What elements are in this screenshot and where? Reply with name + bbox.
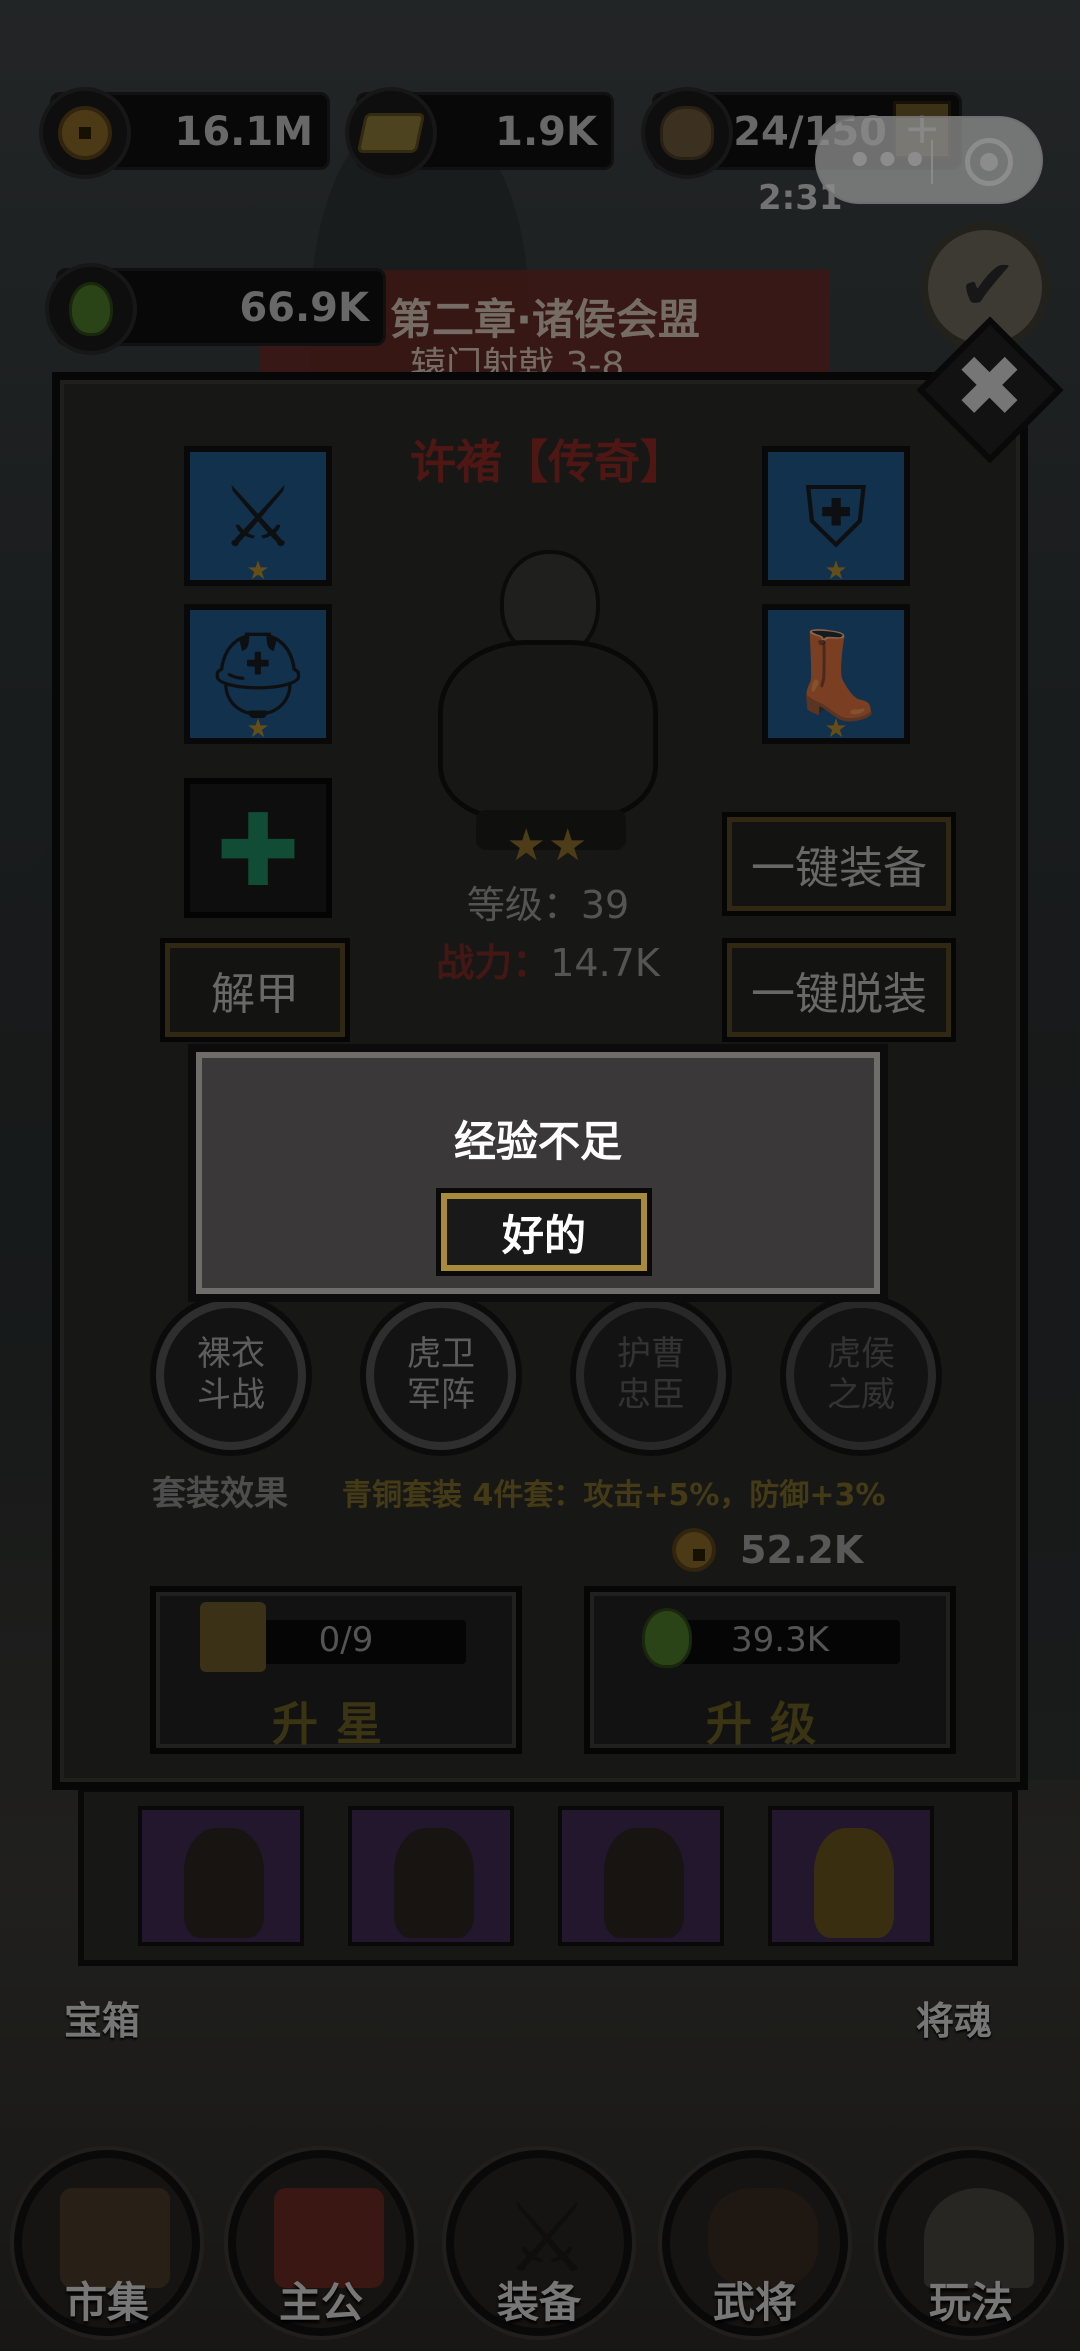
dialog-message: 经验不足 xyxy=(453,1117,622,1166)
insufficient-exp-dialog: 经验不足 好的 xyxy=(188,1044,888,1302)
ok-button[interactable]: 好的 xyxy=(436,1188,652,1276)
